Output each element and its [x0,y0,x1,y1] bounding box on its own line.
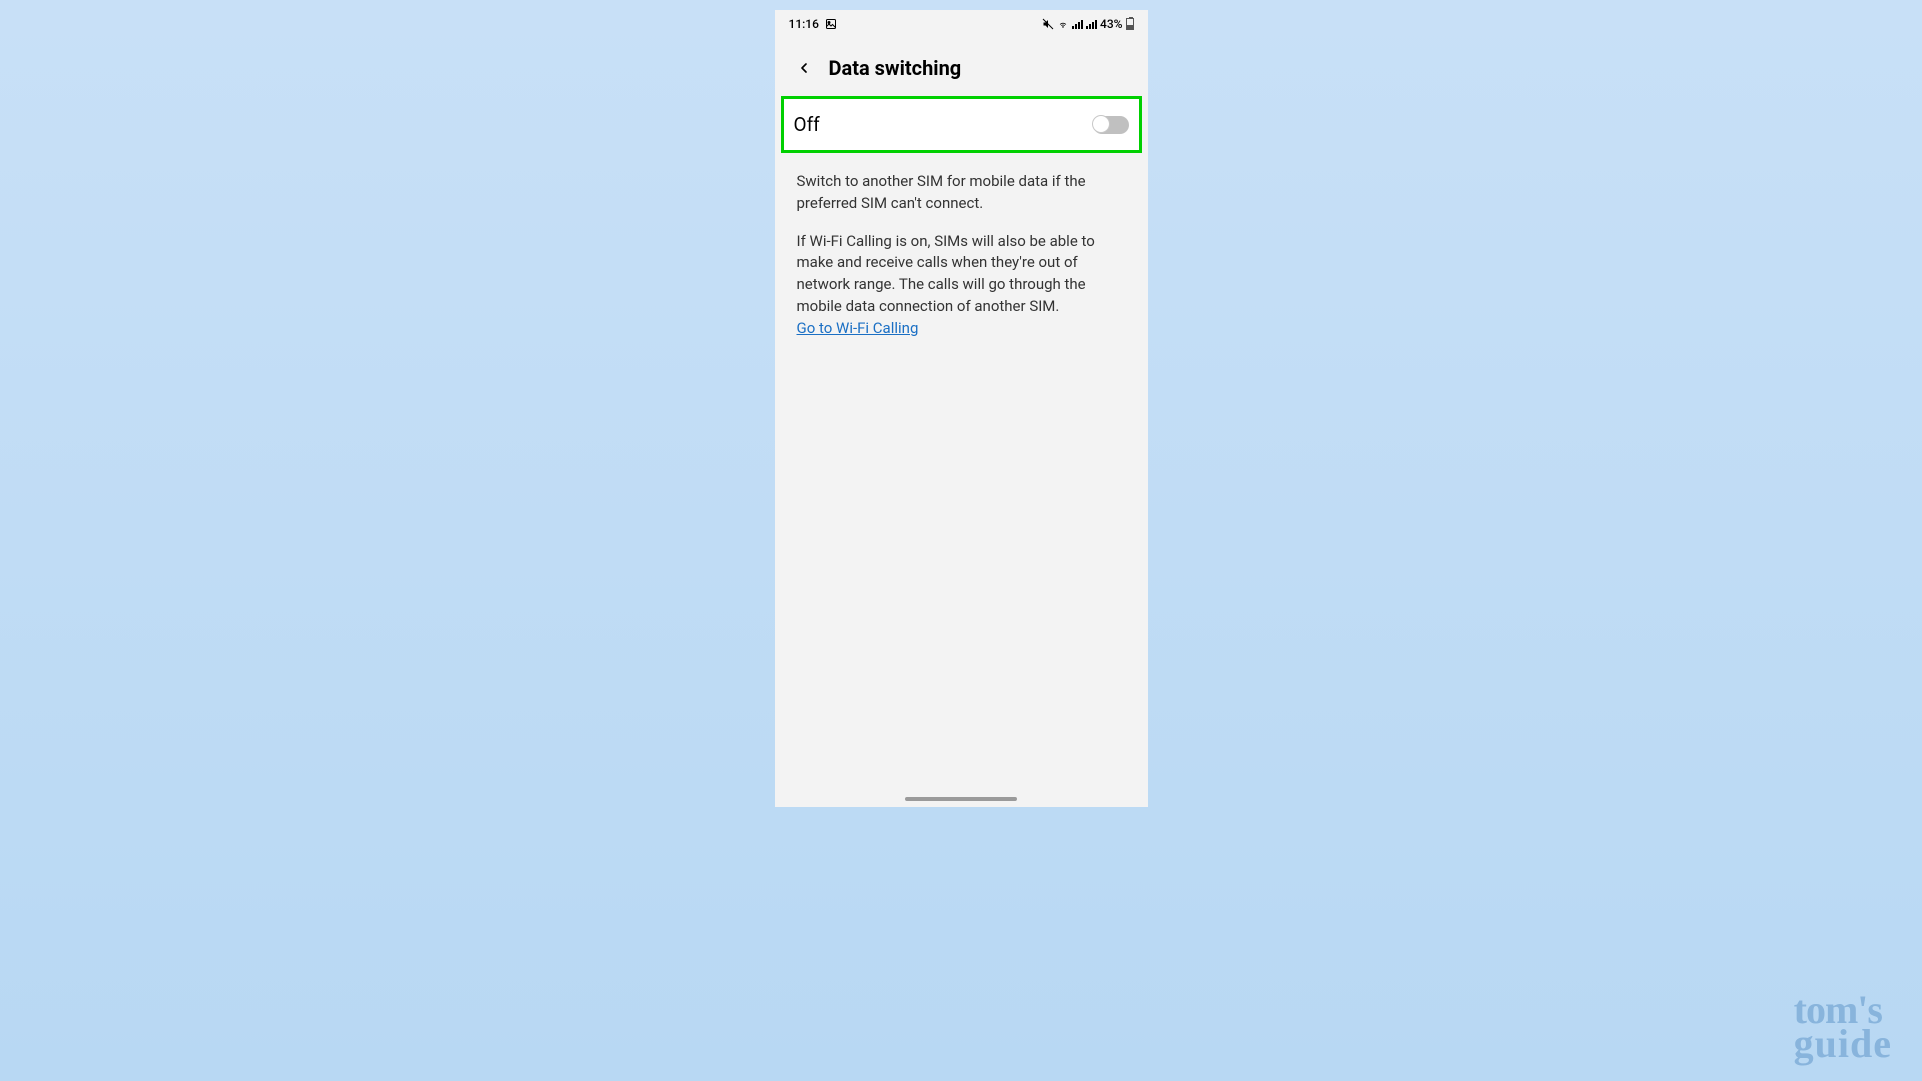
page-title: Data switching [829,56,962,80]
description-paragraph-1: Switch to another SIM for mobile data if… [797,171,1126,215]
image-icon [825,18,837,30]
navigation-handle[interactable] [905,797,1017,801]
toggle-label: Off [794,113,820,136]
status-bar: 11:16 43% [775,10,1148,38]
back-button[interactable] [795,59,813,77]
mute-icon [1042,18,1054,30]
wifi-calling-link[interactable]: Go to Wi-Fi Calling [797,319,919,337]
toggle-row-highlighted[interactable]: Off [781,96,1142,153]
signal-icon-2 [1086,19,1097,29]
watermark-logo: tom's guide [1794,993,1892,1061]
description-text-2: If Wi-Fi Calling is on, SIMs will also b… [797,232,1095,315]
data-switching-toggle[interactable] [1093,116,1129,134]
phone-screen: 11:16 43% Data switching Off [775,10,1148,807]
signal-icon-1 [1072,19,1083,29]
battery-icon [1126,18,1134,30]
battery-percent: 43% [1100,17,1122,31]
status-time: 11:16 [789,17,819,31]
page-header: Data switching [775,38,1148,90]
wifi-small-icon [1057,18,1069,30]
description-block: Switch to another SIM for mobile data if… [775,153,1148,355]
toggle-knob [1092,115,1110,133]
description-paragraph-2: If Wi-Fi Calling is on, SIMs will also b… [797,231,1126,340]
watermark-line2: guide [1794,1027,1892,1061]
